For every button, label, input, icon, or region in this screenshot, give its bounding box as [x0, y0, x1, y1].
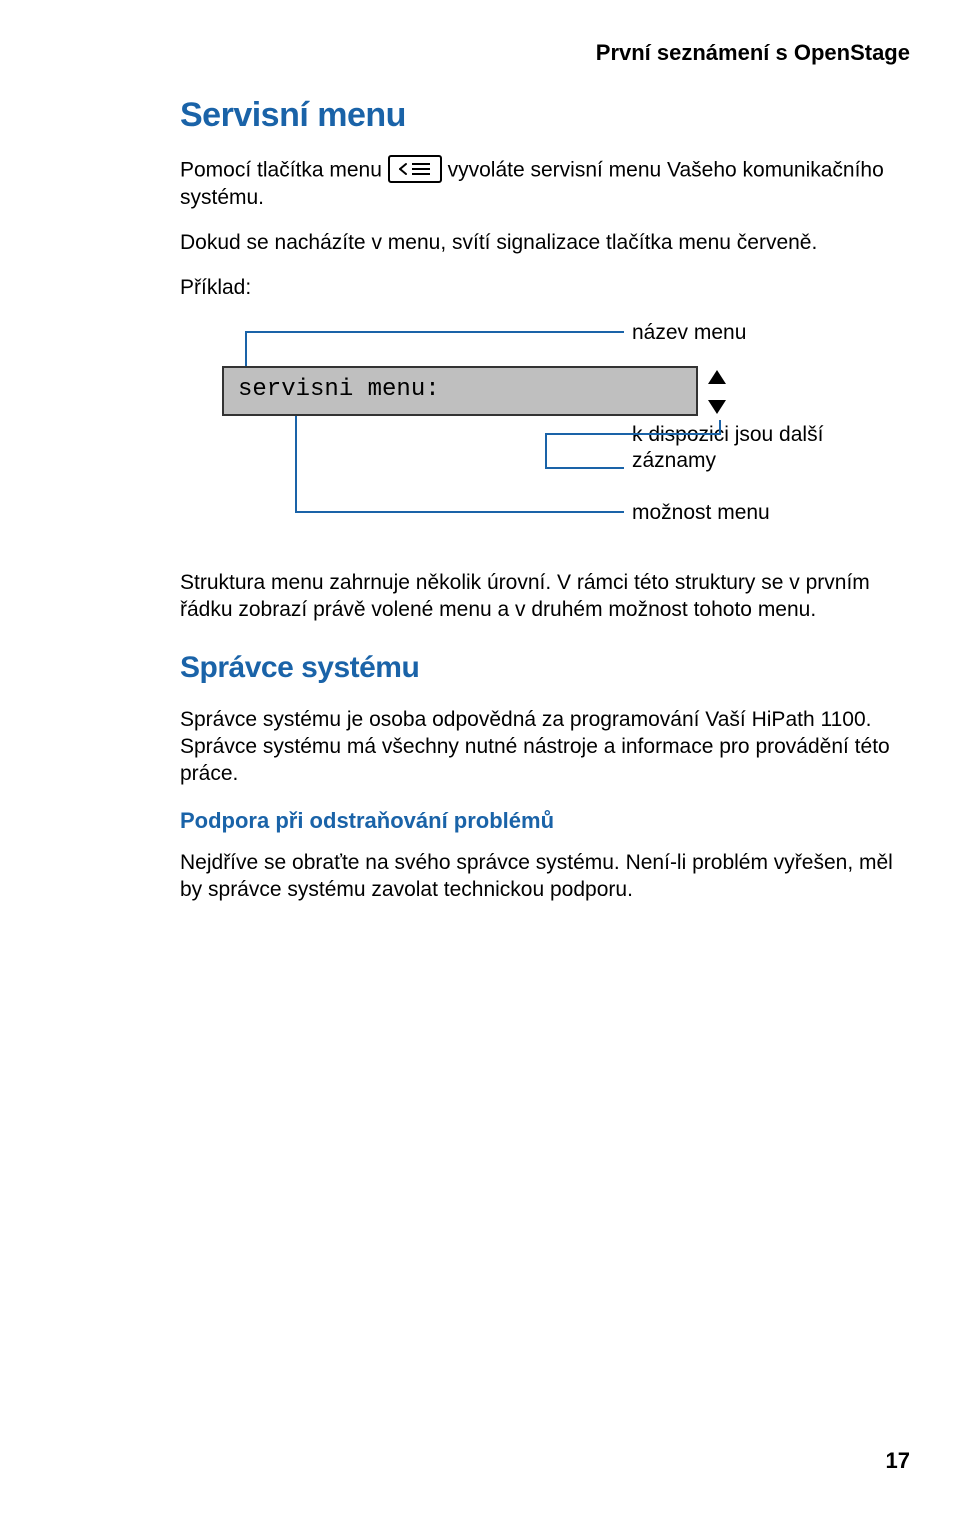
paragraph-spravce-1: Správce systému je osoba odpovědná za pr… [180, 707, 900, 788]
example-label: Příklad: [180, 275, 900, 302]
menu-button-icon [388, 155, 442, 183]
subheading-podpora: Podpora při odstraňování problémů [180, 808, 900, 834]
page-number: 17 [886, 1448, 910, 1474]
label-moznost-menu: možnost menu [632, 500, 770, 526]
paragraph-intro: Pomocí tlačítka menu vyvoláte servisní m… [180, 157, 900, 212]
menu-box-text: servisni menu: [238, 376, 440, 403]
menu-diagram: název menu servisni menu: k dispozici js… [176, 320, 876, 560]
label-line1: k dispozici jsou další [632, 423, 823, 446]
heading-servisni-menu: Servisní menu [180, 96, 900, 135]
content-column: Servisní menu Pomocí tlačítka menu vyvol… [180, 96, 900, 904]
text-fragment: Pomocí tlačítka menu [180, 159, 388, 182]
label-line2: záznamy [632, 449, 716, 472]
page: První seznámení s OpenStage Servisní men… [0, 0, 960, 1514]
label-k-dispozici: k dispozici jsou další záznamy [632, 422, 823, 475]
paragraph-struktura: Struktura menu zahrnuje několik úrovní. … [180, 570, 900, 624]
paragraph-spravce-2: Nejdříve se obraťte na svého správce sys… [180, 850, 900, 904]
scroll-arrows-icon [704, 364, 730, 420]
menu-box: servisni menu: [222, 366, 698, 416]
paragraph-red-signal: Dokud se nacházíte v menu, svítí signali… [180, 230, 900, 257]
running-header: První seznámení s OpenStage [50, 40, 910, 66]
label-nazev-menu: název menu [632, 320, 746, 346]
heading-spravce-systemu: Správce systému [180, 651, 900, 685]
